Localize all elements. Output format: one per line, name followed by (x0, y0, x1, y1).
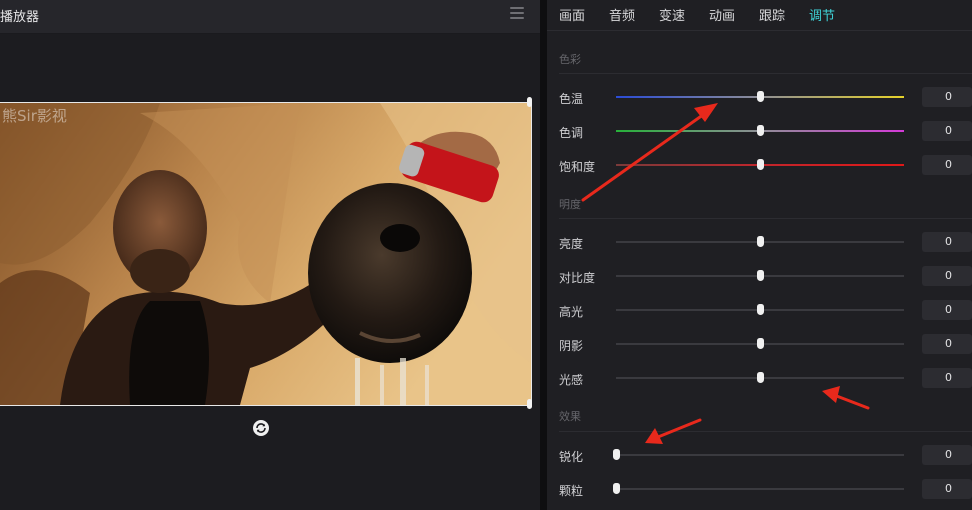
tab-adjust[interactable]: 调节 (809, 5, 835, 24)
slider-thumb-contrast[interactable] (757, 270, 764, 281)
value-input-temperature[interactable]: 0 (922, 87, 972, 107)
tab-tracking[interactable]: 跟踪 (759, 5, 785, 24)
slider-label-tint: 色调 (559, 126, 584, 140)
value-input-highlights[interactable]: 0 (922, 300, 972, 320)
value-input-sharpen[interactable]: 0 (922, 445, 972, 465)
slider-thumb-grain[interactable] (613, 483, 620, 494)
crop-handle-bottom-right[interactable] (527, 399, 532, 409)
slider-thumb-tint[interactable] (757, 125, 764, 136)
slider-thumb-brightness[interactable] (757, 236, 764, 247)
section-divider (559, 431, 972, 432)
slider-label-saturation: 饱和度 (559, 160, 596, 174)
slider-thumb-highlights[interactable] (757, 304, 764, 315)
crop-handle-top-right[interactable] (527, 97, 532, 107)
section-color-title: 色彩 (559, 53, 581, 66)
section-divider (559, 218, 972, 219)
slider-label-brightness: 亮度 (559, 237, 584, 251)
player-panel: 播放器 熊Sir影视 (0, 0, 540, 510)
value-input-light-sense[interactable]: 0 (922, 368, 972, 388)
video-frame-image (0, 103, 531, 405)
slider-label-contrast: 对比度 (559, 271, 596, 285)
slider-track-sharpen[interactable] (616, 454, 904, 456)
slider-label-sharpen: 锐化 (559, 450, 584, 464)
slider-label-grain: 颗粒 (559, 484, 584, 498)
menu-icon[interactable] (510, 6, 524, 20)
value-input-saturation[interactable]: 0 (922, 155, 972, 175)
slider-thumb-sharpen[interactable] (613, 449, 620, 460)
slider-thumb-temperature[interactable] (757, 91, 764, 102)
reset-icon[interactable] (252, 419, 270, 437)
value-input-brightness[interactable]: 0 (922, 232, 972, 252)
slider-thumb-saturation[interactable] (757, 159, 764, 170)
slider-label-highlights: 高光 (559, 305, 584, 319)
tab-bar: 画面 音频 变速 动画 跟踪 调节 (547, 0, 972, 31)
section-effects-title: 效果 (559, 410, 581, 423)
panel-divider[interactable] (540, 0, 547, 510)
video-watermark: 熊Sir影视 (2, 107, 67, 125)
slider-label-shadows: 阴影 (559, 339, 584, 353)
slider-track-grain[interactable] (616, 488, 904, 490)
value-input-tint[interactable]: 0 (922, 121, 972, 141)
value-input-contrast[interactable]: 0 (922, 266, 972, 286)
tab-speed[interactable]: 变速 (659, 5, 685, 24)
tab-picture[interactable]: 画面 (559, 5, 585, 24)
slider-thumb-shadows[interactable] (757, 338, 764, 349)
section-divider (559, 73, 972, 74)
tab-animation[interactable]: 动画 (709, 5, 735, 24)
adjust-panel: 画面 音频 变速 动画 跟踪 调节 色彩 色温 0 色调 0 饱和度 0 明度 … (547, 0, 972, 510)
player-title: 播放器 (0, 10, 40, 25)
slider-thumb-light-sense[interactable] (757, 372, 764, 383)
value-input-grain[interactable]: 0 (922, 479, 972, 499)
tab-audio[interactable]: 音频 (609, 5, 635, 24)
slider-label-temperature: 色温 (559, 92, 584, 106)
value-input-shadows[interactable]: 0 (922, 334, 972, 354)
slider-label-light-sense: 光感 (559, 373, 584, 387)
video-preview[interactable]: 熊Sir影视 (0, 102, 532, 406)
section-light-title: 明度 (559, 198, 581, 211)
player-header: 播放器 (0, 0, 540, 34)
